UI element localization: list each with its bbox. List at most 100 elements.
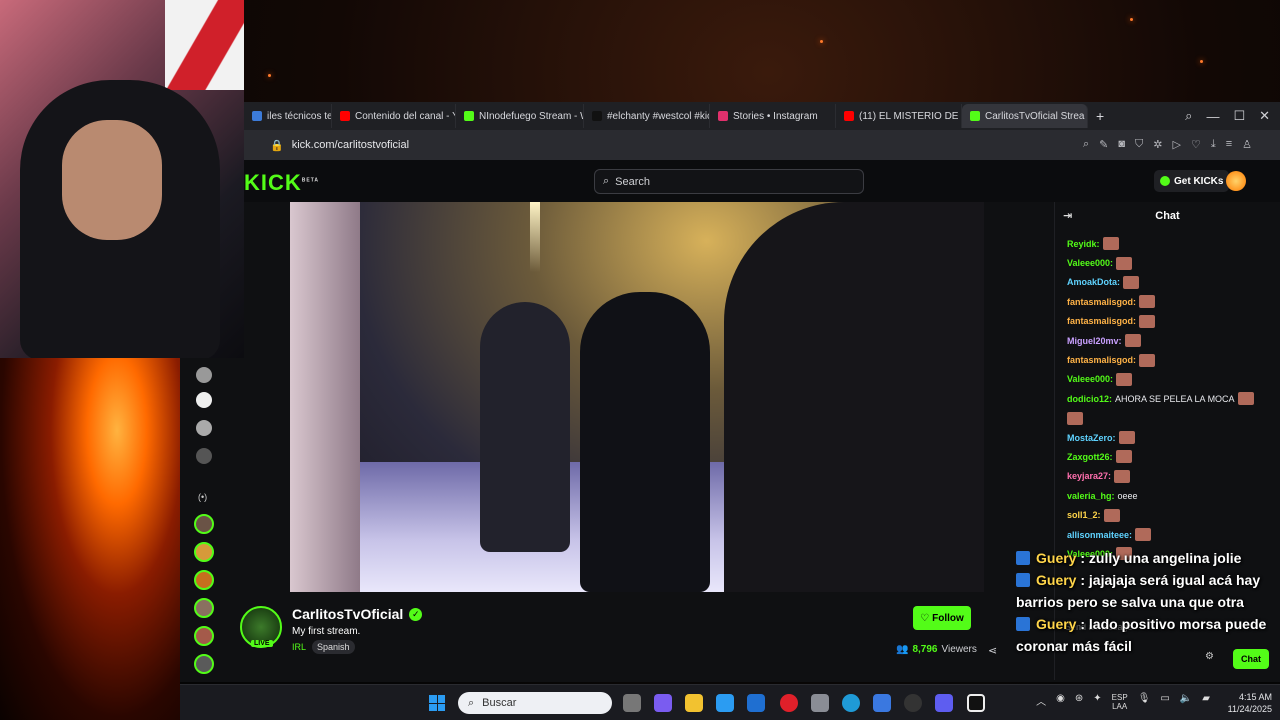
language-indicator[interactable]: ESP LAA — [1112, 693, 1128, 711]
network-icon[interactable]: ▭ — [1160, 693, 1169, 711]
url-field[interactable]: 🔒 kick.com/carlitostvoficial — [270, 139, 409, 152]
logo-beta: BETA — [301, 177, 320, 184]
chat-username[interactable]: allisonmaiteee: — [1067, 530, 1132, 540]
settings-icon[interactable] — [811, 694, 829, 712]
browser-tab[interactable]: NInodefuego Stream - W — [456, 104, 584, 128]
tray-app-icon[interactable]: ✦ — [1093, 693, 1101, 711]
address-bar[interactable]: 🔒 kick.com/carlitostvoficial ⌕ ✎ ◙ ⛉ ✲ ▷… — [244, 130, 1280, 160]
chat-username[interactable]: Valeee000: — [1067, 374, 1113, 384]
file-explorer-icon[interactable] — [685, 694, 703, 712]
get-kicks-label: Get KICKs — [1174, 175, 1224, 187]
copilot-icon[interactable] — [654, 694, 672, 712]
viewer-number: 8,796 — [912, 644, 938, 655]
minimize-button[interactable]: — — [1206, 109, 1219, 124]
browser-tab[interactable]: Contenido del canal - You — [332, 104, 456, 128]
follow-button[interactable]: ♡ Follow — [913, 606, 971, 630]
rail-channel-avatar[interactable] — [194, 654, 214, 674]
shield-icon[interactable]: ⛉ — [1135, 138, 1143, 151]
settings-icon[interactable]: ✲ — [1153, 138, 1162, 151]
rail-channel-avatar[interactable] — [196, 448, 212, 464]
tray-app-icon[interactable]: ⊛ — [1075, 693, 1083, 711]
kick-header: KICKBETA ⌕ Search Get KICKs — [244, 160, 1280, 202]
opera-icon[interactable] — [780, 694, 798, 712]
chat-username[interactable]: fantasmalisgod: — [1067, 316, 1136, 326]
tray-app-icon[interactable]: ◉ — [1056, 693, 1065, 711]
chat-username[interactable]: Valeee000: — [1067, 258, 1113, 268]
windows-start-icon[interactable] — [429, 695, 445, 711]
channel-name[interactable]: CarlitosTvOficial ✓ — [292, 606, 423, 622]
get-kicks-button[interactable]: Get KICKs — [1154, 170, 1230, 192]
discord-icon[interactable] — [935, 694, 953, 712]
obs-icon[interactable] — [904, 694, 922, 712]
clock-time: 4:15 AM — [1238, 692, 1272, 702]
chat-emote-icon — [1123, 275, 1140, 289]
tab-label: Stories • Instagram — [733, 110, 818, 122]
chat-username[interactable]: MostaZero: — [1067, 433, 1116, 443]
rail-channel-avatar[interactable] — [196, 420, 212, 436]
spark — [820, 40, 823, 43]
download-icon[interactable]: ⤓ — [1211, 138, 1216, 151]
chat-username[interactable]: fantasmalisgod: — [1067, 297, 1136, 307]
browser-tab[interactable]: (11) EL MISTERIO DE PILLA — [836, 104, 962, 128]
tray-chevron-icon[interactable]: ︿ — [1036, 693, 1046, 711]
edge-icon[interactable] — [842, 694, 860, 712]
chat-header: ⇥ Chat — [1055, 202, 1280, 230]
play-icon[interactable]: ▷ — [1172, 138, 1180, 151]
battery-icon[interactable]: ▰ — [1202, 693, 1210, 711]
collapse-chat-icon[interactable]: ⇥ — [1063, 209, 1072, 222]
chat-emote-icon — [1114, 469, 1131, 483]
capcut-icon[interactable] — [967, 694, 985, 712]
chat-username[interactable]: Zaxgott26: — [1067, 452, 1113, 462]
overlay-text: : zully una angelina jolie — [1076, 550, 1242, 566]
maximize-button[interactable]: ☐ — [1233, 108, 1245, 124]
menu-icon[interactable]: ≡ — [1226, 138, 1232, 151]
search-input[interactable]: ⌕ Search — [594, 169, 864, 194]
language-tag[interactable]: Spanish — [312, 640, 355, 654]
chat-username[interactable]: soll1_2: — [1067, 510, 1101, 520]
browser-tab[interactable]: iles técnicos termistor — [244, 104, 332, 128]
rail-channel-avatar[interactable] — [194, 626, 214, 646]
share-icon[interactable]: ⋖ — [988, 644, 997, 657]
chat-username[interactable]: Miguel20mv: — [1067, 336, 1122, 346]
chat-username[interactable]: keyjara27: — [1067, 471, 1111, 481]
heart-icon[interactable]: ♡ — [1191, 138, 1201, 151]
outlook-icon[interactable] — [747, 694, 765, 712]
browser-tab-active[interactable]: CarlitosTvOficial Strea — [962, 104, 1088, 128]
taskbar-clock[interactable]: 4:15 AM 11/24/2025 — [1228, 691, 1272, 715]
store-icon[interactable] — [716, 694, 734, 712]
new-tab-button[interactable]: + — [1088, 104, 1114, 128]
overlay-badge-icon — [1016, 551, 1030, 565]
search-icon[interactable]: ⌕ — [1083, 138, 1089, 151]
chat-username[interactable]: Reyidk: — [1067, 239, 1100, 249]
app-icon[interactable] — [873, 694, 891, 712]
user-avatar[interactable] — [1226, 171, 1246, 191]
kick-logo[interactable]: KICKBETA — [244, 170, 319, 196]
category-link[interactable]: IRL — [292, 642, 306, 652]
rail-channel-avatar[interactable] — [194, 514, 214, 534]
profile-icon[interactable]: ♙ — [1242, 138, 1252, 151]
task-view-icon[interactable] — [623, 694, 641, 712]
rail-channel-avatar[interactable] — [196, 392, 212, 408]
tab-search-icon[interactable]: ⌕ — [1185, 108, 1192, 124]
rail-channel-avatar[interactable] — [194, 598, 214, 618]
chat-username[interactable]: AmoakDota: — [1067, 277, 1120, 287]
browser-tab[interactable]: #elchanty #westcol #kick — [584, 104, 710, 128]
viewers-label: Viewers — [941, 644, 977, 655]
overlay-username: Guery — [1036, 572, 1077, 588]
close-button[interactable]: ✕ — [1259, 108, 1270, 124]
chat-message: fantasmalisgod: — [1067, 350, 1267, 369]
rail-channel-avatar[interactable] — [194, 570, 214, 590]
edit-icon[interactable]: ✎ — [1099, 138, 1108, 151]
volume-icon[interactable]: 🔈 — [1180, 693, 1192, 711]
taskbar-search[interactable]: ⌕ Buscar — [458, 692, 612, 714]
rail-channel-avatar[interactable] — [196, 367, 212, 383]
stream-video-player[interactable] — [290, 202, 984, 592]
chat-username[interactable]: fantasmalisgod: — [1067, 355, 1136, 365]
chat-username[interactable]: valeria_hg: — [1067, 491, 1115, 501]
browser-tab[interactable]: Stories • Instagram — [710, 104, 836, 128]
live-badge: LIVE — [251, 640, 273, 647]
rail-channel-avatar[interactable] — [194, 542, 214, 562]
microphone-icon[interactable]: 🎙 — [1138, 693, 1151, 711]
camera-icon[interactable]: ◙ — [1118, 138, 1125, 151]
chat-username[interactable]: dodicio12: — [1067, 394, 1112, 404]
